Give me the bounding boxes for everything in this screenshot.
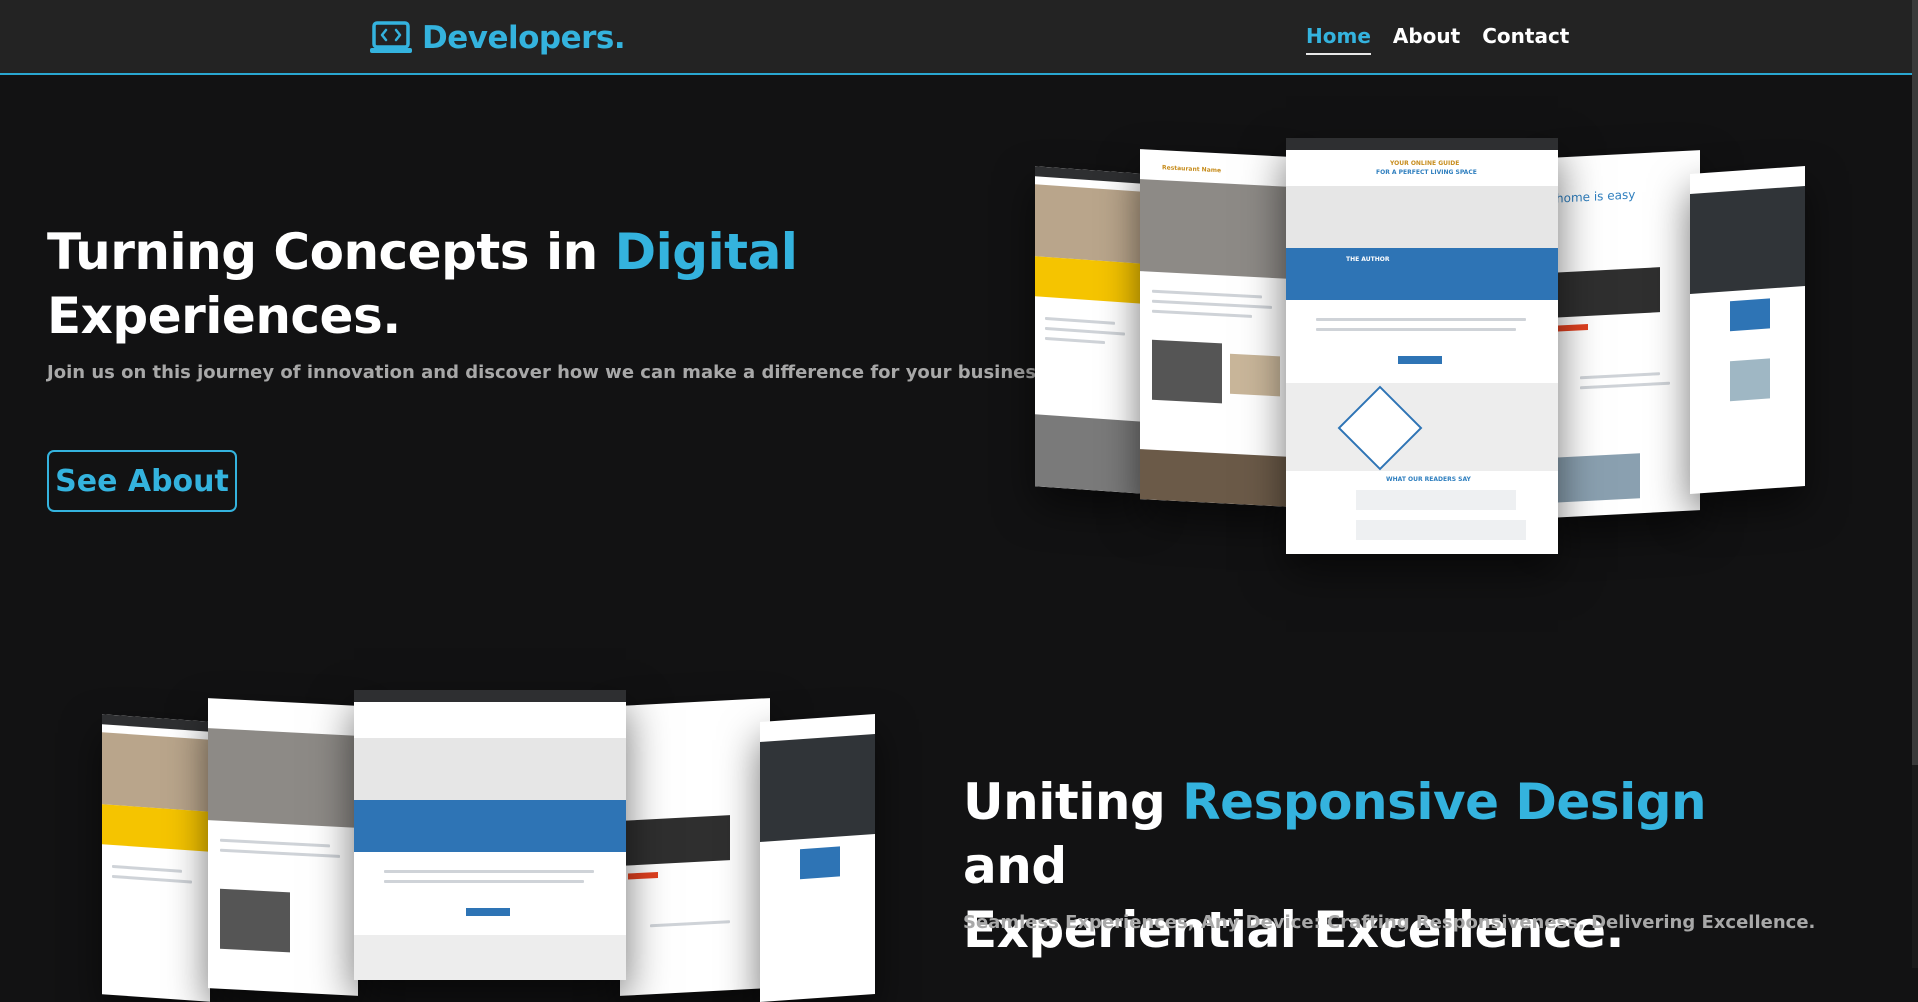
see-about-button[interactable]: See About (47, 450, 237, 512)
mockup-restaurant-site: Restaurant Name (1140, 149, 1290, 507)
nav-about[interactable]: About (1393, 24, 1460, 55)
scrollbar-thumb[interactable] (1912, 0, 1918, 765)
hero-title: Turning Concepts in Digital Experiences. (47, 220, 867, 348)
hero-title-part1: Turning Concepts in (47, 223, 615, 281)
section2-subtitle: Seamless Experiences, Any Device: Crafti… (963, 912, 1816, 933)
section2-title-part1: Uniting (963, 773, 1183, 831)
section2-mockup-collage (100, 690, 880, 1002)
mockup-real-estate-site: home is easy (1550, 150, 1700, 518)
mockup-real-estate-site-2 (620, 698, 770, 996)
section2-title-part2: and (963, 837, 1067, 895)
hero-subtitle: Join us on this journey of innovation an… (47, 362, 1054, 383)
mockup-living-space-site-2 (354, 690, 626, 980)
mockup-tire-site-2 (760, 713, 875, 1002)
section2-title-accent: Responsive Design (1182, 773, 1707, 831)
laptop-code-icon (370, 21, 412, 53)
scrollbar-track[interactable] (1912, 0, 1918, 968)
nav-contact[interactable]: Contact (1482, 24, 1569, 55)
section2-title: Uniting Responsive Design and Experienti… (963, 770, 1743, 962)
brand-name: Developers. (422, 20, 626, 56)
mockup-construction-site (1035, 166, 1143, 494)
site-header: Developers. Home About Contact (0, 0, 1912, 75)
mockup-living-space-site: YOUR ONLINE GUIDE FOR A PERFECT LIVING S… (1286, 138, 1558, 554)
main-nav: Home About Contact (1306, 24, 1569, 55)
hero-mockup-collage: Restaurant Name home is easy YOUR ONLINE… (1030, 138, 1810, 558)
hero-title-part2: Experiences. (47, 287, 401, 345)
mockup-tire-site (1690, 165, 1805, 495)
nav-home[interactable]: Home (1306, 24, 1371, 55)
hero-title-accent: Digital (614, 223, 798, 281)
brand-logo[interactable]: Developers. (370, 18, 626, 58)
mockup-construction-site-2 (102, 714, 210, 1002)
mockup-restaurant-site-2 (208, 698, 358, 996)
